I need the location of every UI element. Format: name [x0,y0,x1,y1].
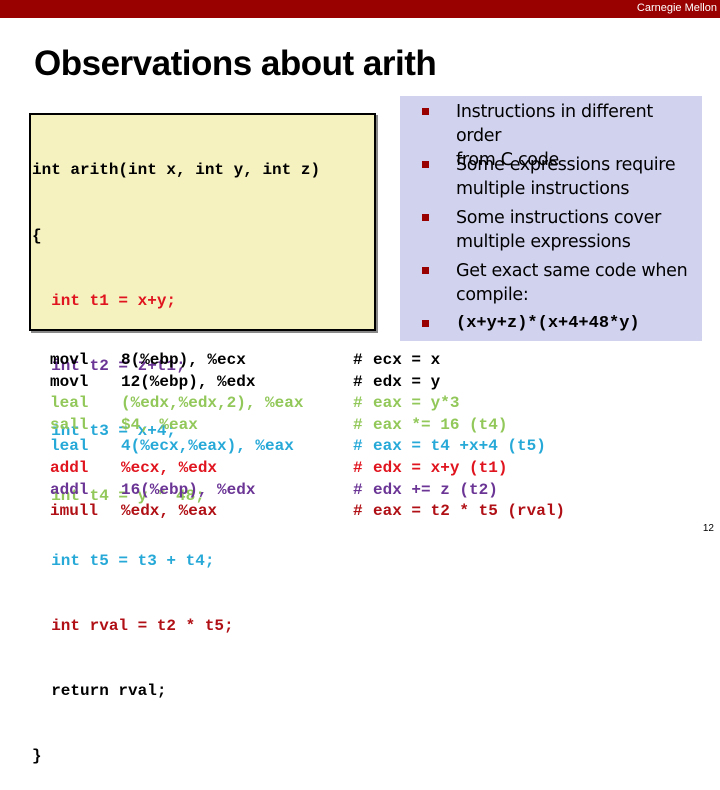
assembly-row: leal 4(%ecx,%eax), %eax # eax = t4 +x+4 … [50,436,546,458]
asm-operands: %edx, %eax [121,502,218,521]
bullet-item: Some instructions cover multiple express… [422,206,661,254]
c-code-line: int rval = t2 * t5; [32,617,234,636]
c-code-line: return rval; [32,682,167,701]
assembly-row: addl 16(%ebp), %edx # edx += z (t2) [50,480,498,502]
c-code-line: int t1 = x+y; [32,291,177,310]
asm-comment-marker: # [353,415,363,434]
asm-operands: 12(%ebp), %edx [121,372,256,391]
asm-opcode: movl [50,372,89,391]
c-code-line: { [32,226,42,245]
bullet-square-icon [422,320,429,327]
bullet-line: Some expressions require [456,155,676,175]
bullet-line: Instructions in different order [456,102,653,146]
asm-opcode: movl [50,351,89,369]
asm-comment-marker: # [353,480,363,499]
assembly-row: movl 12(%ebp), %edx # edx = y [50,372,440,394]
bullet-item: Get exact same code when compile: [422,259,688,307]
asm-comment: eax *= 16 (t4) [373,415,508,434]
asm-comment: edx = y [373,372,441,391]
assembly-row: leal (%edx,%edx,2), %eax # eax = y*3 [50,393,459,415]
asm-opcode: leal [50,437,89,456]
c-code-box: int arith(int x, int y, int z) { int t1 … [29,113,376,765]
page-number: 12 [702,523,714,534]
asm-comment-marker: # [353,459,363,477]
bullet-line: compile: [456,285,529,305]
asm-opcode: addl [50,480,89,499]
bullet-item: Some expressions require multiple instru… [422,153,676,201]
asm-comment: eax = t2 * t5 (rval) [373,502,566,521]
asm-operands: (%edx,%edx,2), %eax [121,394,304,413]
assembly-row: imull %edx, %eax # eax = t2 * t5 (rval) [50,501,565,523]
asm-operands: 4(%ecx,%eax), %eax [121,437,294,456]
slide-title: Observations about arith [34,44,437,83]
bullet-line: multiple instructions [456,179,630,199]
bullet-code-expression: (x+y+z)*(x+4+48*y) [456,314,640,333]
asm-opcode: imull [50,502,99,521]
asm-comment: eax = t4 +x+4 (t5) [373,437,546,456]
asm-operands: 16(%ebp), %edx [121,480,256,499]
asm-operands: $4, %eax [121,415,198,434]
bullet-square-icon [422,161,429,168]
bullet-square-icon [422,214,429,221]
asm-comment: ecx = x [373,351,441,369]
asm-opcode: addl [50,459,89,477]
bullet-line: multiple expressions [456,232,631,252]
asm-comment-marker: # [353,394,363,413]
c-code-line: int arith(int x, int y, int z) [32,161,321,180]
asm-comment-marker: # [353,502,363,521]
bullet-item: (x+y+z)*(x+4+48*y) [422,312,640,336]
asm-operands: 8(%ebp), %ecx [121,351,246,369]
bullet-square-icon [422,267,429,274]
assembly-row: addl %ecx, %edx # edx = x+y (t1) [50,458,507,480]
asm-opcode: sall [50,415,89,434]
asm-comment-marker: # [353,372,363,391]
assembly-row: sall $4, %eax # eax *= 16 (t4) [50,415,507,437]
asm-comment-marker: # [353,351,363,369]
bullet-line: Some instructions cover [456,208,661,228]
bullet-square-icon [422,108,429,115]
asm-opcode: leal [50,394,89,413]
asm-operands: %ecx, %edx [121,459,218,477]
brand-label: Carnegie Mellon [636,2,717,14]
assembly-row: movl 8(%ebp), %ecx # ecx = x [50,350,440,372]
bullet-line: Get exact same code when [456,261,688,281]
assembly-listing: movl 8(%ebp), %ecx # ecx = x movl 12(%eb… [50,350,565,545]
asm-comment: edx = x+y (t1) [373,459,508,477]
header-bar: Carnegie Mellon [0,0,720,18]
asm-comment: eax = y*3 [373,394,460,413]
c-code-line: } [32,747,42,766]
asm-comment-marker: # [353,437,363,456]
observations-panel: Instructions in different order from C c… [400,96,702,341]
asm-comment: edx += z (t2) [373,480,498,499]
